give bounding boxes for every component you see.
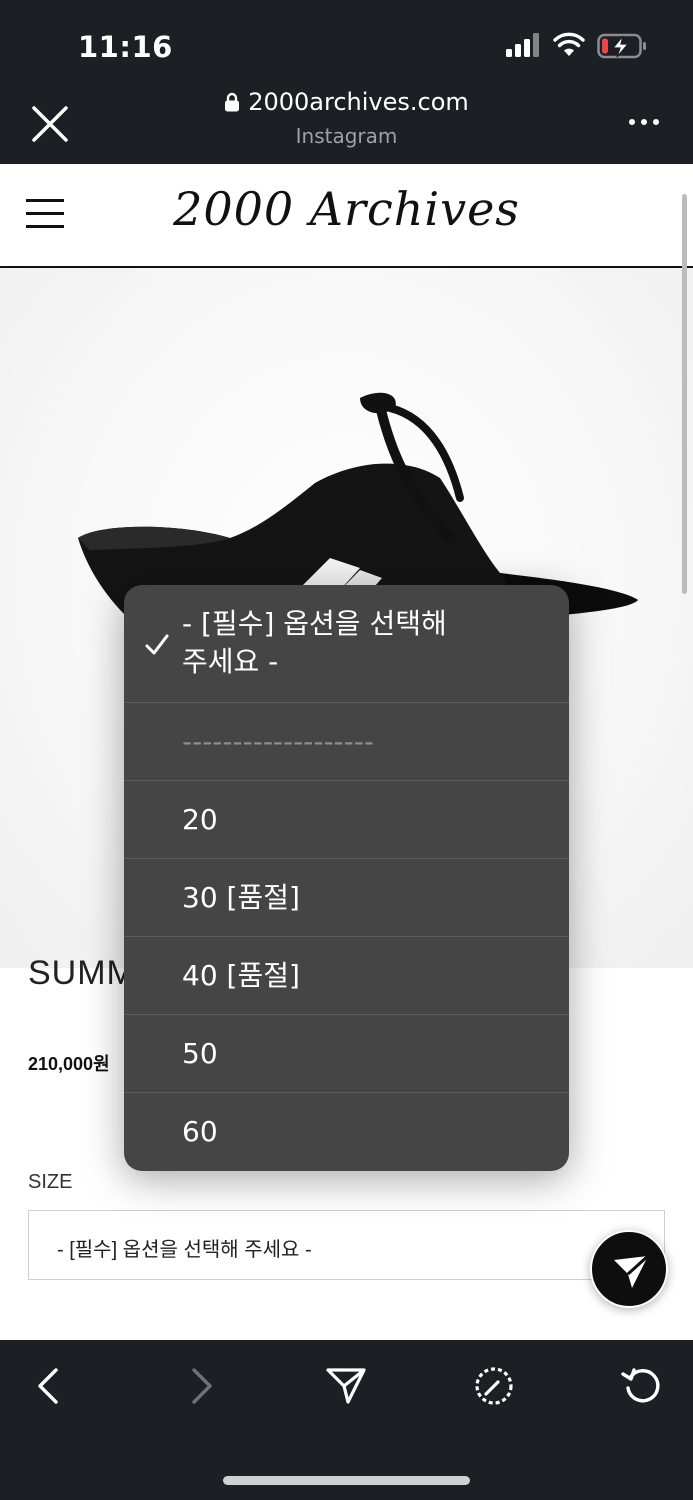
picker-option-label: 20	[182, 803, 218, 836]
product-name: SUMM	[28, 954, 136, 992]
browser-source-label: Instagram	[295, 124, 398, 148]
site-logo[interactable]: 2000 Archives	[0, 182, 693, 236]
picker-option-20[interactable]: 20	[124, 780, 569, 858]
picker-option-50[interactable]: 50	[124, 1014, 569, 1092]
checkmark-icon	[145, 634, 169, 655]
more-options-icon[interactable]	[626, 110, 662, 134]
url-bar[interactable]: 2000archives.com	[0, 88, 693, 116]
page-scrollbar[interactable]	[682, 194, 687, 594]
site-header: 2000 Archives	[0, 164, 693, 268]
battery-icon	[597, 33, 646, 59]
home-indicator[interactable]	[223, 1476, 470, 1485]
paper-plane-icon	[614, 1254, 650, 1288]
status-time: 11:16	[78, 30, 173, 64]
picker-option-label: 60	[182, 1115, 218, 1148]
reload-icon[interactable]	[620, 1364, 664, 1408]
picker-option-label: 50	[182, 1037, 218, 1070]
product-price: 210,000원	[28, 1054, 110, 1074]
forward-icon[interactable]	[178, 1364, 222, 1408]
picker-option-label: -------------------	[182, 725, 374, 758]
picker-option-30[interactable]: 30 [품절]	[124, 858, 569, 936]
size-select-value: - [필수] 옵션을 선택해 주세요 -	[57, 1239, 312, 1261]
cellular-signal-icon	[506, 33, 539, 57]
back-icon[interactable]	[28, 1364, 72, 1408]
picker-option-placeholder[interactable]: - [필수] 옵션을 선택해 주세요 -	[124, 585, 569, 702]
picker-option-label-line2: 주세요 -	[182, 645, 279, 678]
picker-option-label: 40 [품절]	[182, 959, 300, 992]
picker-option-60[interactable]: 60	[124, 1092, 569, 1171]
safari-compass-icon[interactable]	[472, 1364, 516, 1408]
picker-option-separator: -------------------	[124, 702, 569, 780]
size-label: SIZE	[28, 1171, 73, 1193]
size-select[interactable]: - [필수] 옵션을 선택해 주세요 -	[28, 1210, 665, 1280]
share-fab-button[interactable]	[590, 1230, 668, 1308]
wifi-icon	[553, 32, 585, 56]
status-bar: 11:16	[0, 0, 693, 86]
lock-icon	[225, 92, 240, 112]
url-domain: 2000archives.com	[248, 88, 469, 116]
size-options-picker[interactable]: - [필수] 옵션을 선택해 주세요 - -------------------…	[124, 585, 569, 1171]
share-icon[interactable]	[324, 1364, 368, 1408]
picker-option-label: - [필수] 옵션을 선택해	[182, 607, 447, 640]
picker-option-label: 30 [품절]	[182, 881, 300, 914]
picker-option-40[interactable]: 40 [품절]	[124, 936, 569, 1014]
